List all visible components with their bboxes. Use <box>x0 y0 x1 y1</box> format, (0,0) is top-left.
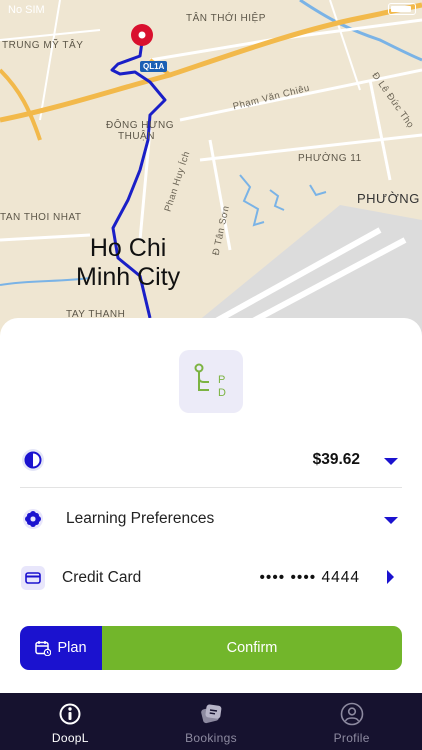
map-label: TÂN THỚI HIỆP <box>186 13 266 24</box>
plan-button-label: Plan <box>57 640 87 656</box>
chevron-right-icon[interactable] <box>385 570 395 589</box>
tab-bar: DoopL Bookings Profile <box>0 693 422 750</box>
tab-bookings[interactable]: Bookings <box>141 693 282 750</box>
confirm-button[interactable]: Confirm <box>102 626 402 670</box>
city-label-line1: Ho Chi <box>89 234 167 262</box>
route-logo-icon: P D <box>194 363 226 399</box>
person-icon <box>340 702 363 726</box>
learning-preferences-label: Learning Preferences <box>66 510 215 527</box>
card-number-masked: •••• •••• 4444 <box>259 569 360 586</box>
plan-button[interactable]: Plan <box>20 626 102 670</box>
svg-text:P: P <box>218 374 225 386</box>
map-canvas <box>0 0 422 340</box>
ticket-icon <box>201 704 222 724</box>
tab-label: DoopL <box>51 731 89 745</box>
payment-method-row[interactable]: Credit Card •••• •••• 4444 <box>20 556 402 600</box>
map-label: PHƯỜNG 11 <box>298 153 362 164</box>
city-label: Ho Chi Minh City <box>76 234 180 292</box>
map-label: THUẬN <box>118 131 155 142</box>
learning-preferences-row[interactable]: Learning Preferences <box>20 497 402 541</box>
booking-sheet: P D $39.62 Learning Preferences Credit C… <box>0 318 422 693</box>
map-label: TAN THOI NHAT <box>0 212 82 223</box>
confirm-button-label: Confirm <box>226 640 278 656</box>
flower-icon <box>20 506 46 532</box>
app-logo: P D <box>179 350 243 413</box>
calendar-icon <box>35 641 52 656</box>
tab-label: Bookings <box>185 731 237 745</box>
svg-text:D: D <box>218 387 226 399</box>
info-icon <box>59 703 81 725</box>
credit-card-icon <box>20 565 46 591</box>
battery-icon <box>388 3 416 15</box>
chevron-down-icon[interactable] <box>384 512 398 530</box>
tab-label: Profile <box>333 731 370 745</box>
chevron-down-icon[interactable] <box>384 453 398 471</box>
highway-badge: QL1A <box>140 61 168 72</box>
map-label: PHƯỜNG <box>357 191 420 206</box>
action-bar: Plan Confirm <box>20 626 402 670</box>
fare-row[interactable]: $39.62 <box>20 438 402 482</box>
map-view[interactable]: No SIM TRUNG MỸ TÂY TÂN THỚI HIỆP QL1A Đ… <box>0 0 422 340</box>
tab-doopl[interactable]: DoopL <box>0 693 141 750</box>
payment-method-label: Credit Card <box>62 569 142 586</box>
divider <box>20 487 402 488</box>
map-label: ĐÔNG HƯNG <box>106 120 175 131</box>
fare-amount: $39.62 <box>312 451 360 468</box>
carrier-status: No SIM <box>8 4 45 16</box>
fare-icon <box>20 447 46 473</box>
city-label-line2: Minh City <box>76 263 181 291</box>
map-label: TRUNG MỸ TÂY <box>2 40 84 51</box>
tab-profile[interactable]: Profile <box>281 693 422 750</box>
